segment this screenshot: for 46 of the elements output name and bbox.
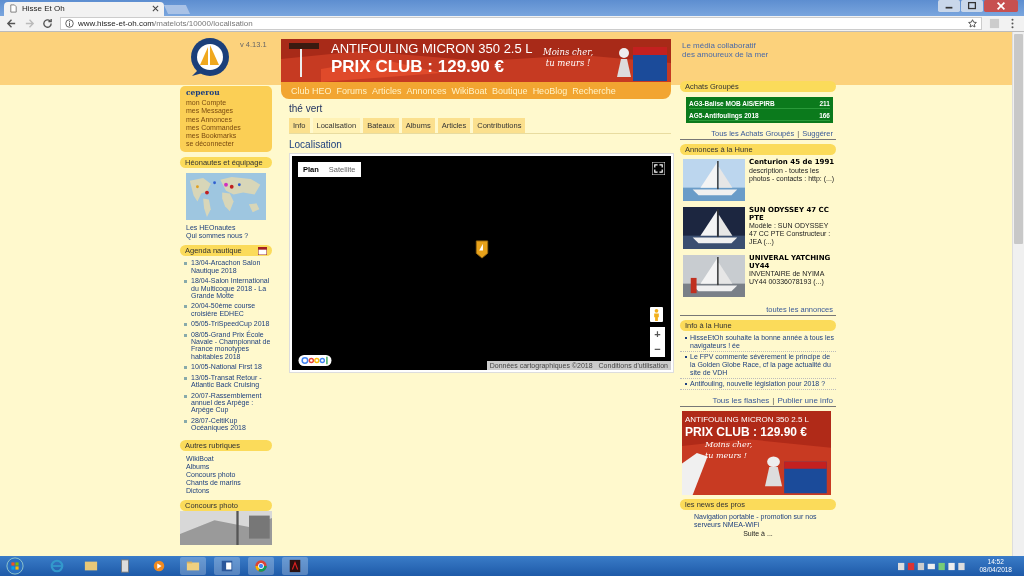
info-icon [65,18,74,28]
back-icon[interactable] [6,17,17,29]
page-icon [9,4,18,13]
ad-slogan: Moins cher, [543,47,594,58]
bullet-icon [184,366,187,370]
reload-icon[interactable] [42,17,53,29]
scrollbar[interactable] [1012,32,1024,556]
bullet-icon [184,394,187,398]
bullet-icon [184,323,187,327]
link-separator: | [772,396,775,405]
close-window-button[interactable] [984,0,1018,12]
ad-slogan: tu meurs ! [545,58,591,69]
pdf-icon[interactable] [282,557,308,575]
minimize-button[interactable] [938,0,960,12]
map-marker-icon[interactable] [475,240,489,259]
scrollbar-thumb[interactable] [1014,34,1023,244]
ad-headline: ANTIFOULING MICRON 350 2.5 L [331,41,533,57]
bullet-icon [184,305,187,309]
address-bar[interactable]: www.hisse-et-oh.com/matelots/10000/localisation [60,16,982,30]
bullet-icon [184,420,187,424]
tagline: des amoureux de la mer [682,50,770,59]
publish-link[interactable]: Publier une info [777,396,833,405]
browser-tab[interactable]: Hisse Et Oh [4,1,164,16]
calendar-icon[interactable] [258,246,267,255]
ad-slogan: tu meurs ! [705,450,749,461]
start-button[interactable] [6,557,24,575]
maximize-button[interactable] [961,0,983,12]
ad-price: PRIX CLUB : 129.90 € [331,57,505,77]
bullet-icon [184,280,187,284]
bullet-icon [184,377,187,381]
fullscreen-icon[interactable] [652,162,665,175]
word-icon[interactable] [214,557,240,575]
page-title: thé vert [289,103,324,114]
section-title: Localisation [289,139,343,150]
star-icon[interactable] [968,18,977,28]
all-flashes-link[interactable]: Tous les flashes [712,396,770,405]
ad-slogan: Moins cher, [705,439,754,450]
folder-icon[interactable] [180,557,206,575]
map-logo-icon [297,355,333,366]
ad-price: PRIX CLUB : 129.90 € [685,425,809,439]
chrome-icon[interactable] [248,557,274,575]
close-icon[interactable] [152,5,159,12]
ad-headline: ANTIFOULING MICRON 350 2.5 L [685,415,810,425]
tagline: Le média collaboratif [682,41,757,50]
bullet-icon [184,334,187,338]
bullet-icon [184,262,187,266]
